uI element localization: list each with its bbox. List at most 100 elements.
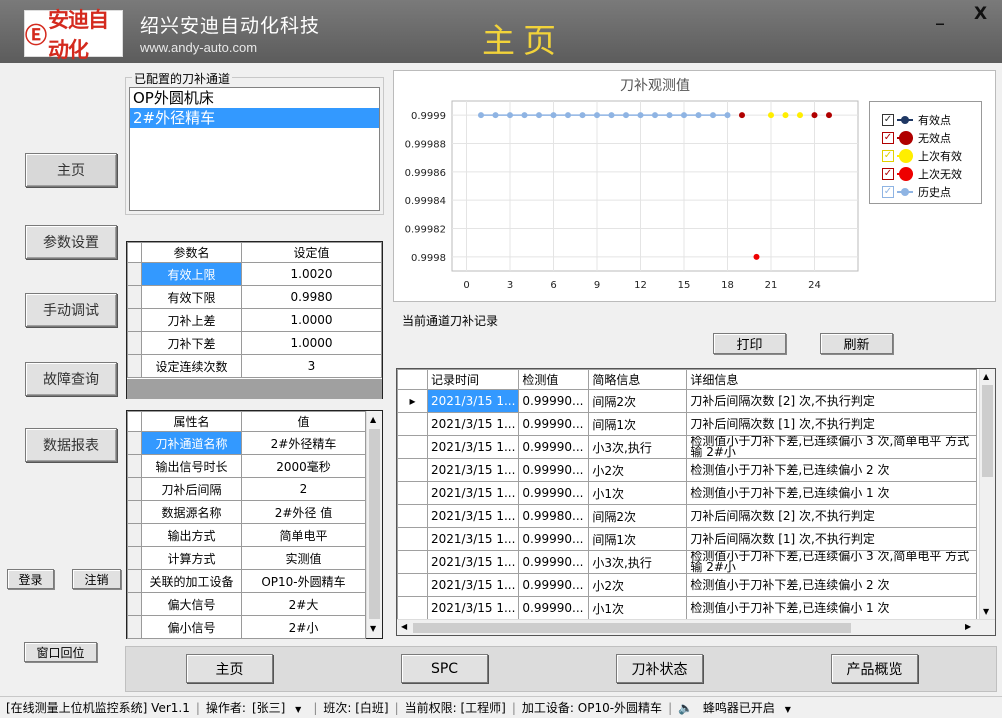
record-value-cell[interactable]: 0.99980...: [518, 504, 590, 528]
record-brief-cell[interactable]: 小2次: [588, 573, 688, 597]
record-value-cell[interactable]: 0.99990...: [518, 481, 590, 505]
refresh-button[interactable]: 刷新: [820, 333, 893, 354]
legend-item[interactable]: ✓ 历史点: [882, 184, 951, 200]
legend-item[interactable]: ✓ 上次有效: [882, 148, 962, 164]
dropdown-arrow-icon[interactable]: ▼: [785, 705, 791, 714]
legend-checkbox[interactable]: ✓: [882, 168, 894, 180]
table-row[interactable]: 关联的加工设备 OP10-外圆精车: [127, 569, 366, 593]
record-brief-cell[interactable]: 小3次,执行: [588, 435, 688, 459]
column-header[interactable]: 详细信息: [686, 369, 978, 390]
record-time-cell[interactable]: 2021/3/15 1...: [426, 550, 520, 574]
attr-name-cell[interactable]: 数据源名称: [141, 500, 242, 524]
attr-value-cell[interactable]: 2#大: [241, 592, 366, 616]
row-header[interactable]: [127, 500, 142, 524]
table-row[interactable]: 2021/3/15 1... 0.99990... 小3次,执行 检测值小于刀补下差,…: [397, 435, 978, 459]
table-row[interactable]: 偏大信号 2#大: [127, 592, 366, 616]
param-name-cell[interactable]: 有效下限: [141, 285, 242, 309]
legend-item[interactable]: ✓ 上次无效: [882, 166, 962, 182]
legend-item[interactable]: ✓ 有效点: [882, 112, 951, 128]
attr-value-cell[interactable]: 2#外径 值: [241, 500, 366, 524]
record-time-cell[interactable]: 2021/3/15 1...: [426, 412, 520, 436]
table-row[interactable]: 输出信号时长 2000毫秒: [127, 454, 366, 478]
table-row[interactable]: 2021/3/15 1... 0.99990... 小3次,执行 检测值小于刀补下差,…: [397, 550, 978, 574]
record-detail-cell[interactable]: 检测值小于刀补下差,已连续偏小 1 次: [686, 596, 978, 620]
table-row[interactable]: 2021/3/15 1... 0.99990... 小1次 检测值小于刀补下差,已连续…: [397, 481, 978, 505]
row-header[interactable]: [397, 596, 428, 620]
table-row[interactable]: 2021/3/15 1... 0.99990... 间隔1次 刀补后间隔次数 [1] …: [397, 412, 978, 436]
legend-checkbox[interactable]: ✓: [882, 186, 894, 198]
table-row[interactable]: 刀补下差 1.0000: [127, 331, 382, 355]
logout-button[interactable]: 注销: [72, 569, 121, 589]
record-value-cell[interactable]: 0.99990...: [518, 550, 590, 574]
row-header[interactable]: [127, 615, 142, 639]
record-detail-cell[interactable]: 刀补后间隔次数 [1] 次,不执行判定: [686, 527, 978, 551]
row-header[interactable]: [127, 569, 142, 593]
scroll-left-icon[interactable]: ◀: [401, 622, 407, 631]
record-detail-cell[interactable]: 检测值小于刀补下差,已连续偏小 2 次: [686, 458, 978, 482]
row-header[interactable]: [127, 546, 142, 570]
print-button[interactable]: 打印: [713, 333, 786, 354]
param-name-cell[interactable]: 刀补上差: [141, 308, 242, 332]
table-row[interactable]: 偏小信号 2#小: [127, 615, 366, 639]
record-detail-cell[interactable]: 刀补后间隔次数 [2] 次,不执行判定: [686, 504, 978, 528]
table-row[interactable]: 刀补上差 1.0000: [127, 308, 382, 332]
column-header[interactable]: 检测值: [518, 369, 590, 390]
row-header[interactable]: [127, 454, 142, 478]
table-row[interactable]: 2021/3/15 1... 0.99990... 小2次 检测值小于刀补下差,已连续…: [397, 458, 978, 482]
records-vscrollbar[interactable]: ▲ ▼: [979, 369, 995, 619]
table-row[interactable]: 数据源名称 2#外径 值: [127, 500, 366, 524]
record-detail-cell[interactable]: 检测值小于刀补下差,已连续偏小 2 次: [686, 573, 978, 597]
close-button[interactable]: X: [974, 4, 990, 24]
bottom-overview-button[interactable]: 产品概览: [831, 654, 918, 683]
record-brief-cell[interactable]: 小3次,执行: [588, 550, 688, 574]
nav-reports-button[interactable]: 数据报表: [25, 428, 117, 462]
operator-value[interactable]: [张三]: [252, 701, 285, 715]
scroll-down-icon[interactable]: ▼: [370, 624, 376, 633]
record-brief-cell[interactable]: 小2次: [588, 458, 688, 482]
row-header[interactable]: [127, 431, 142, 455]
dropdown-arrow-icon[interactable]: ▼: [295, 705, 301, 714]
record-detail-cell[interactable]: 检测值小于刀补下差,已连续偏小 3 次,简单电平 方式输 2#小: [686, 550, 978, 574]
record-time-cell[interactable]: 2021/3/15 1...: [426, 527, 520, 551]
row-header[interactable]: [127, 331, 142, 355]
record-brief-cell[interactable]: 间隔1次: [588, 412, 688, 436]
attr-name-cell[interactable]: 输出方式: [141, 523, 242, 547]
row-header[interactable]: [397, 412, 428, 436]
record-detail-cell[interactable]: 刀补后间隔次数 [1] 次,不执行判定: [686, 412, 978, 436]
record-detail-cell[interactable]: 刀补后间隔次数 [2] 次,不执行判定: [686, 389, 978, 413]
param-name-cell[interactable]: 设定连续次数: [141, 354, 242, 378]
table-row[interactable]: 2021/3/15 1... 0.99990... 小1次 检测值小于刀补下差,已连续…: [397, 596, 978, 620]
table-row[interactable]: 2021/3/15 1... 0.99980... 间隔2次 刀补后间隔次数 [2] …: [397, 504, 978, 528]
record-time-cell[interactable]: 2021/3/15 1...: [426, 389, 520, 413]
attr-value-cell[interactable]: 2: [241, 477, 366, 501]
attr-name-cell[interactable]: 刀补后间隔: [141, 477, 242, 501]
record-brief-cell[interactable]: 间隔2次: [588, 504, 688, 528]
record-time-cell[interactable]: 2021/3/15 1...: [426, 504, 520, 528]
legend-item[interactable]: ✓ 无效点: [882, 130, 951, 146]
column-header[interactable]: 记录时间: [426, 369, 520, 390]
record-value-cell[interactable]: 0.99990...: [518, 458, 590, 482]
record-value-cell[interactable]: 0.99990...: [518, 596, 590, 620]
attr-name-cell[interactable]: 计算方式: [141, 546, 242, 570]
row-header[interactable]: [127, 285, 142, 309]
row-header[interactable]: [397, 573, 428, 597]
param-value-cell[interactable]: 1.0000: [241, 331, 382, 355]
nav-home-button[interactable]: 主页: [25, 153, 117, 187]
window-reset-button[interactable]: 窗口回位: [24, 642, 97, 662]
legend-checkbox[interactable]: ✓: [882, 150, 894, 162]
channel-item-selected[interactable]: 2#外径精车: [130, 108, 379, 128]
table-row[interactable]: 有效下限 0.9980: [127, 285, 382, 309]
table-row[interactable]: 设定连续次数 3: [127, 354, 382, 378]
row-header[interactable]: [397, 435, 428, 459]
table-row[interactable]: 计算方式 实测值: [127, 546, 366, 570]
row-header[interactable]: [397, 458, 428, 482]
row-header[interactable]: [127, 477, 142, 501]
row-header[interactable]: [397, 504, 428, 528]
record-time-cell[interactable]: 2021/3/15 1...: [426, 596, 520, 620]
operator-dropdown[interactable]: [张三] ▼: [252, 699, 307, 716]
table-row[interactable]: 有效上限 1.0020: [127, 262, 382, 286]
record-brief-cell[interactable]: 间隔2次: [588, 389, 688, 413]
nav-manual-button[interactable]: 手动调试: [25, 293, 117, 327]
record-value-cell[interactable]: 0.99990...: [518, 573, 590, 597]
row-header[interactable]: [127, 523, 142, 547]
